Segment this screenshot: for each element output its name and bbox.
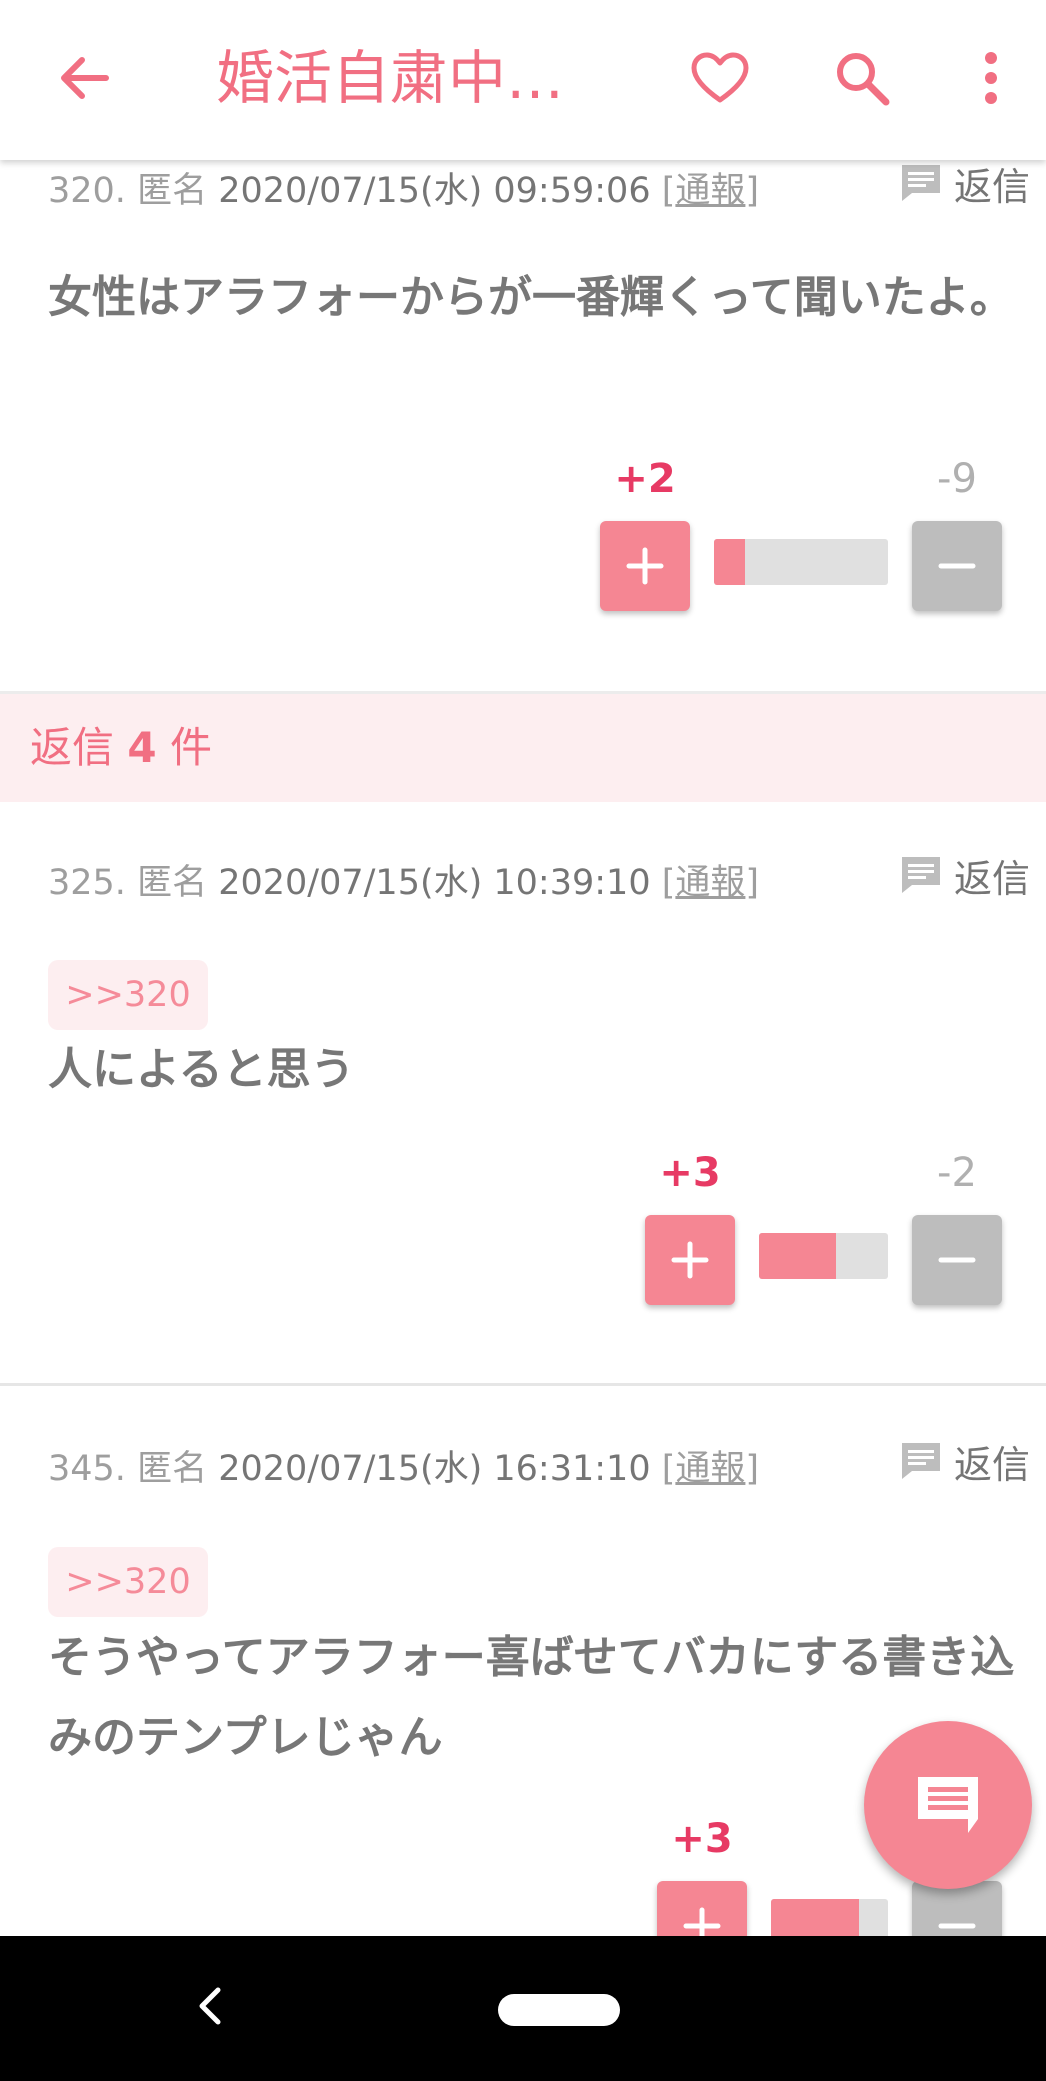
comment-icon xyxy=(901,857,940,893)
favorite-button[interactable] xyxy=(678,40,762,116)
post-number: 320. xyxy=(48,171,126,211)
post-text: そうやってアラフォー喜ばせてバカにする書き込みのテンプレじゃん xyxy=(48,1632,1015,1763)
vote-ratio-bar xyxy=(714,539,888,585)
post-author: 匿名 xyxy=(137,1449,208,1489)
reply-count-suffix: 件 xyxy=(169,723,212,772)
post-meta: 320. 匿名 2020/07/15(水) 09:59:06 [通報] xyxy=(48,162,759,213)
search-icon xyxy=(837,53,890,106)
post-number: 345. xyxy=(48,1449,126,1489)
reply-button[interactable]: 返信 xyxy=(900,850,1030,901)
minus-vote-button[interactable] xyxy=(912,1215,1002,1305)
more-vert-icon xyxy=(985,52,997,104)
anchor-link[interactable]: >>320 xyxy=(48,1547,208,1617)
plus-count: +3 xyxy=(659,1150,721,1196)
reply-label: 返信 xyxy=(953,1442,1030,1487)
nav-back-icon xyxy=(199,1987,221,2025)
anchor-link[interactable]: >>320 xyxy=(48,960,208,1030)
plus-count: +2 xyxy=(614,456,676,502)
nav-back-button[interactable] xyxy=(190,1976,230,2036)
post-number: 325. xyxy=(48,863,126,903)
minus-vote-button[interactable] xyxy=(912,521,1002,611)
minus-icon xyxy=(938,1257,976,1263)
plus-icon xyxy=(626,547,664,585)
post-datetime: 2020/07/15(水) 10:39:10 xyxy=(218,863,651,903)
reply-count-number: 4 xyxy=(127,723,157,772)
post-divider xyxy=(0,1383,1046,1386)
menu-button[interactable] xyxy=(966,40,1016,116)
nav-home-pill-icon[interactable] xyxy=(498,1994,620,2026)
post-text: 人によると思う xyxy=(48,1044,355,1095)
report-link[interactable]: [通報] xyxy=(662,171,759,211)
post-datetime: 2020/07/15(水) 16:31:10 xyxy=(218,1449,651,1489)
report-label: 通報 xyxy=(675,863,746,903)
report-bracket-open: [ xyxy=(661,863,676,903)
report-bracket-open: [ xyxy=(661,1449,676,1489)
comment-icon xyxy=(918,1777,978,1833)
reply-count-banner[interactable]: 返信 4 件 xyxy=(0,691,1046,802)
search-button[interactable] xyxy=(820,40,904,116)
report-label: 通報 xyxy=(675,1449,746,1489)
comment-icon xyxy=(901,165,940,201)
report-bracket-close: ] xyxy=(745,171,760,211)
plus-icon xyxy=(671,1241,709,1279)
reply-button[interactable]: 返信 xyxy=(900,1436,1030,1487)
report-link[interactable]: [通報] xyxy=(662,1449,759,1489)
vote-ratio-fill xyxy=(759,1233,837,1279)
arrow-left-icon xyxy=(61,57,109,99)
reply-label: 返信 xyxy=(953,164,1030,209)
post-text: 女性はアラフォーからが一番輝くって聞いたよ。 xyxy=(48,272,1014,323)
reply-label: 返信 xyxy=(953,856,1030,901)
comment-icon xyxy=(901,1443,940,1479)
vote-ratio-fill xyxy=(714,539,746,585)
post-author: 匿名 xyxy=(137,171,208,211)
post-meta: 325. 匿名 2020/07/15(水) 10:39:10 [通報] xyxy=(48,854,759,905)
heart-outline-icon xyxy=(691,52,749,103)
post-meta: 345. 匿名 2020/07/15(水) 16:31:10 [通報] xyxy=(48,1440,759,1491)
plus-count: +3 xyxy=(671,1816,733,1862)
plus-vote-button[interactable] xyxy=(645,1215,735,1305)
plus-vote-button[interactable] xyxy=(600,521,690,611)
report-link[interactable]: [通報] xyxy=(662,863,759,903)
vote-ratio-bar xyxy=(759,1233,888,1279)
reply-count-text: 返信 4 件 xyxy=(30,694,212,802)
report-bracket-close: ] xyxy=(745,1449,760,1489)
app-header: 婚活自粛中の… xyxy=(0,0,1046,160)
back-button[interactable] xyxy=(42,40,126,116)
minus-count: -9 xyxy=(937,456,977,502)
reply-button[interactable]: 返信 xyxy=(900,158,1030,209)
compose-comment-button[interactable] xyxy=(864,1721,1032,1889)
minus-icon xyxy=(938,563,976,569)
report-bracket-close: ] xyxy=(745,863,760,903)
report-label: 通報 xyxy=(675,171,746,211)
reply-count-prefix: 返信 xyxy=(30,723,115,772)
page-title: 婚活自粛中の… xyxy=(216,44,616,112)
post-datetime: 2020/07/15(水) 09:59:06 xyxy=(218,171,651,211)
report-bracket-open: [ xyxy=(661,171,676,211)
minus-count: -2 xyxy=(937,1150,977,1196)
post-author: 匿名 xyxy=(137,863,208,903)
